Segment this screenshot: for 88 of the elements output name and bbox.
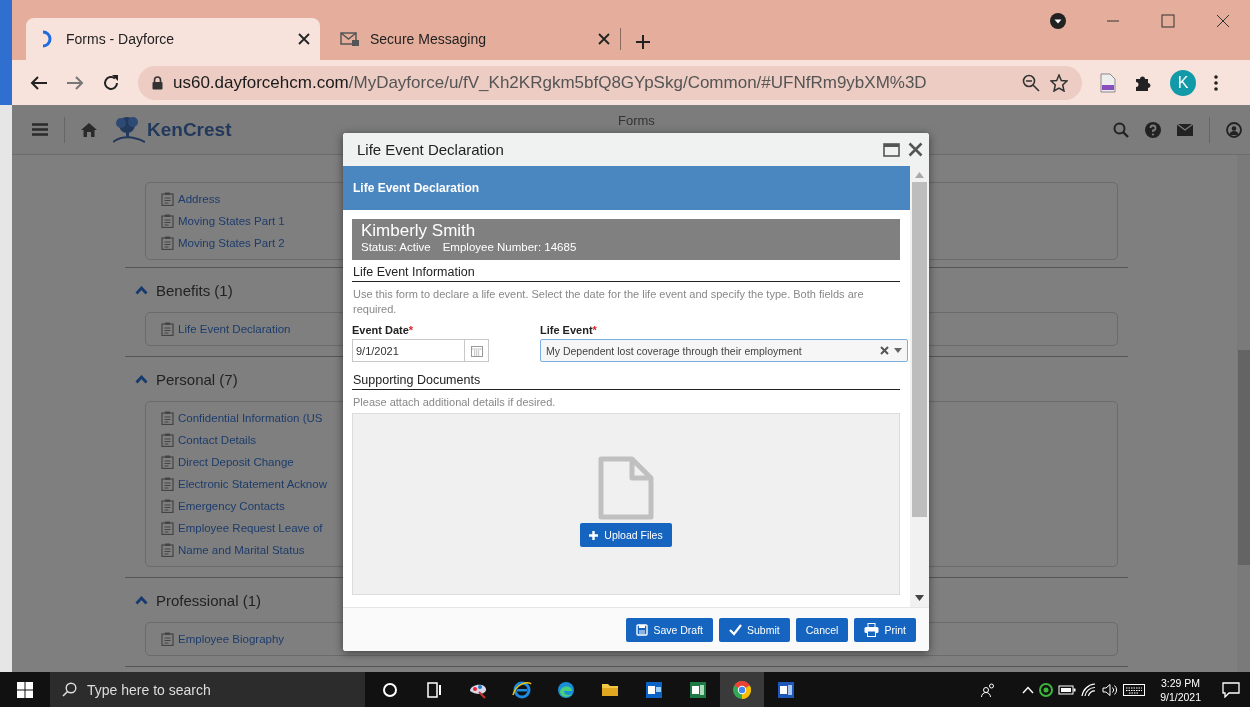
section-heading: Personal (7) [156, 370, 238, 388]
menu-icon[interactable] [32, 123, 48, 136]
page-scrollbar[interactable] [1237, 155, 1250, 672]
scroll-down-arrow-icon[interactable] [915, 595, 924, 601]
clipboard-icon [161, 322, 174, 336]
back-icon[interactable] [30, 74, 48, 91]
form-header: Life Event Declaration [343, 166, 910, 210]
clipboard-icon [161, 433, 174, 447]
clipboard-icon [161, 543, 174, 557]
close-icon[interactable] [298, 33, 310, 45]
search-icon [62, 682, 77, 697]
plus-icon [589, 530, 599, 540]
clipboard-icon [161, 192, 174, 206]
submit-button[interactable]: Submit [719, 617, 790, 642]
wifi-icon[interactable] [1081, 682, 1098, 697]
dropdown-caret-icon[interactable] [894, 348, 902, 353]
dialog-title: Life Event Declaration [357, 141, 505, 158]
employee-status: Status: Active [361, 241, 431, 253]
save-icon [636, 623, 649, 636]
cancel-button[interactable]: Cancel [795, 617, 849, 642]
home-icon[interactable] [81, 122, 97, 137]
clipboard-icon [161, 477, 174, 491]
search-icon[interactable] [1113, 121, 1129, 138]
employee-name: Kimberly Smith [361, 221, 477, 241]
browser-tab[interactable]: Secure Messaging [326, 18, 620, 60]
status-circle-icon[interactable] [1039, 682, 1054, 697]
battery-icon[interactable] [1058, 683, 1077, 696]
profile-avatar[interactable]: K [1170, 69, 1196, 96]
field-label: Event Date* [352, 323, 415, 338]
taskbar-app-button[interactable] [720, 672, 764, 707]
pdf-file-icon[interactable] [1100, 72, 1116, 93]
instruction-text: Use this form to declare a life event. Select the date for the life event and specify the type. Both fields are required. [353, 287, 865, 317]
tab-search-icon[interactable] [1048, 12, 1067, 30]
employee-number: Employee Number: 14685 [442, 241, 577, 253]
life-event-dropdown[interactable]: My Dependent lost coverage through their employment [540, 339, 908, 362]
help-icon[interactable] [1145, 121, 1161, 138]
maximize-icon[interactable] [883, 142, 900, 157]
clipboard-icon [161, 455, 174, 469]
field-label: Life Event* [540, 323, 598, 338]
date-field[interactable]: 9/1/2021 [352, 339, 489, 362]
clipboard-icon [161, 499, 174, 513]
hint-text: Please attach additional details if desired. [353, 396, 557, 408]
section-heading: Life Event Information [352, 262, 900, 282]
close-icon[interactable] [598, 33, 610, 45]
close-icon[interactable] [1215, 14, 1230, 28]
clear-icon[interactable] [880, 346, 889, 355]
people-icon[interactable] [980, 681, 997, 698]
zoom-out-icon[interactable] [1022, 73, 1040, 92]
section-heading: Professional (1) [156, 591, 262, 609]
printer-icon [864, 622, 880, 637]
calendar-icon[interactable] [470, 344, 483, 357]
document-icon [598, 456, 654, 520]
checkmark-icon [729, 623, 743, 636]
forward-icon[interactable] [66, 74, 84, 91]
section-heading: Benefits (1) [156, 281, 233, 299]
save-button[interactable]: Save Draft [626, 617, 714, 642]
dialog-scrollbar[interactable] [910, 166, 929, 607]
clipboard-icon [161, 521, 174, 535]
envelope-lock-icon [340, 31, 360, 47]
upload-files-button[interactable]: Upload Files [580, 523, 672, 547]
reload-icon[interactable] [102, 73, 120, 92]
close-icon[interactable] [908, 142, 923, 157]
tree-logo-icon [113, 114, 145, 145]
clock[interactable]: 3:29 PM 9/1/2021 [1150, 675, 1211, 704]
print-button[interactable]: Print [854, 617, 916, 642]
keyboard-icon[interactable] [1123, 682, 1146, 697]
star-icon[interactable] [1050, 73, 1068, 92]
speaker-icon[interactable] [1102, 682, 1119, 697]
logo-text: KenCrest [147, 118, 232, 141]
page-title: Forms [618, 113, 655, 128]
browser-tab[interactable]: Forms - Dayforce [26, 18, 320, 60]
url-text: us60.dayforcehcm.com/MyDayforce/u/fV_Kh2KRgkm5bfQ8GYpSkg/Common/#UFNfRm9ybXM%3D [173, 72, 928, 93]
clipboard-icon [161, 214, 174, 228]
clipboard-icon [161, 632, 174, 646]
clipboard-icon [161, 411, 174, 425]
section-heading: Supporting Documents [352, 370, 900, 390]
lock-icon [152, 75, 163, 90]
more-menu-icon[interactable] [1214, 74, 1218, 91]
windows-start-icon[interactable] [17, 681, 33, 698]
user-icon[interactable] [1226, 121, 1242, 138]
chrome-app-icon [731, 678, 753, 701]
new-tab-icon[interactable] [635, 34, 651, 50]
mail-icon[interactable] [1177, 123, 1193, 136]
upload-area[interactable]: Upload Files [352, 413, 900, 595]
clipboard-icon [161, 236, 174, 250]
address-bar[interactable]: us60.dayforcehcm.com/MyDayforce/u/fV_Kh2KRgkm5bfQ8GYpSkg/Common/#UFNfRm9ybXM%3D [138, 65, 1082, 100]
taskbar-search-field[interactable]: Type here to search [50, 672, 365, 707]
notification-icon[interactable] [1222, 681, 1240, 698]
